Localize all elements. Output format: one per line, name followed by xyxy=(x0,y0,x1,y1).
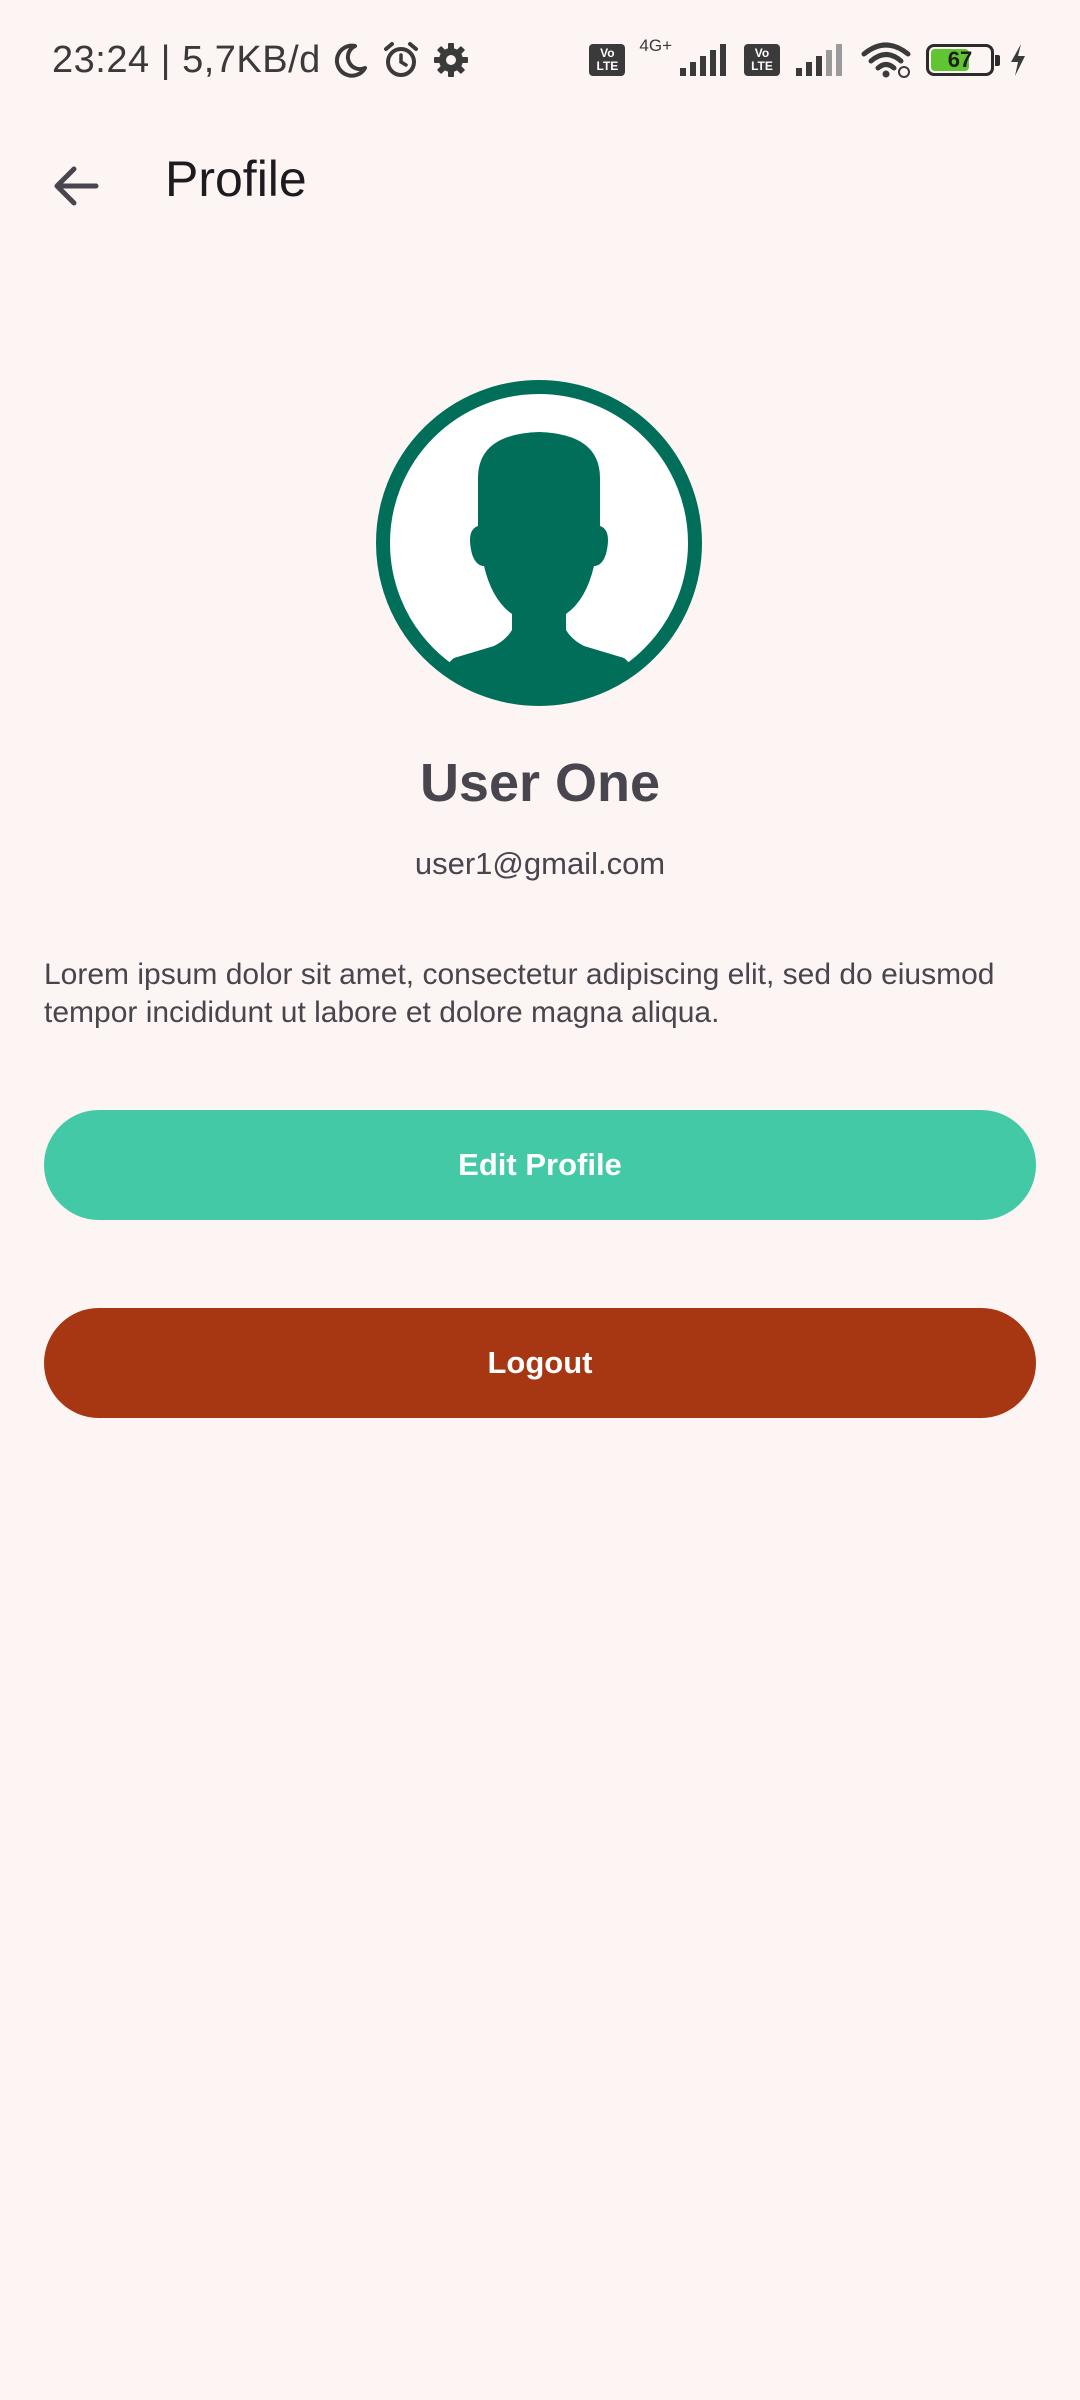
logout-button[interactable]: Logout xyxy=(44,1308,1036,1418)
edit-profile-button[interactable]: Edit Profile xyxy=(44,1110,1036,1220)
signal-icon xyxy=(680,44,726,76)
volte-badge: Vo LTE xyxy=(589,44,626,76)
avatar xyxy=(376,380,702,706)
status-bar: 23:24 | 5,7KB/d Vo LTE 4G+ Vo LTE 67 xyxy=(0,0,1080,120)
moon-icon xyxy=(334,43,367,78)
wifi-icon xyxy=(861,42,911,78)
user-bio: Lorem ipsum dolor sit amet, consectetur … xyxy=(44,958,995,1029)
status-left: 23:24 | 5,7KB/d xyxy=(52,39,471,82)
top-app-bar: Profile xyxy=(0,120,1080,242)
battery-indicator: 67 xyxy=(926,44,1000,76)
arrow-back-icon xyxy=(54,166,99,206)
alarm-icon xyxy=(383,42,418,77)
charging-bolt-icon xyxy=(1011,44,1025,76)
user-email: user1@gmail.com xyxy=(414,846,666,881)
settings-gear-icon xyxy=(433,43,468,77)
user-name: User One xyxy=(419,753,661,813)
volte-badge-2: Vo LTE xyxy=(744,44,780,76)
status-right: Vo LTE 4G+ Vo LTE 67 xyxy=(589,36,1028,80)
signal-icon-2 xyxy=(796,44,842,76)
back-button[interactable] xyxy=(34,144,118,228)
page-title: Profile xyxy=(165,151,307,207)
status-time: 23:24 | 5,7KB/d xyxy=(52,38,321,81)
battery-level: 67 xyxy=(947,47,973,72)
network-type-label: 4G+ xyxy=(639,36,672,55)
